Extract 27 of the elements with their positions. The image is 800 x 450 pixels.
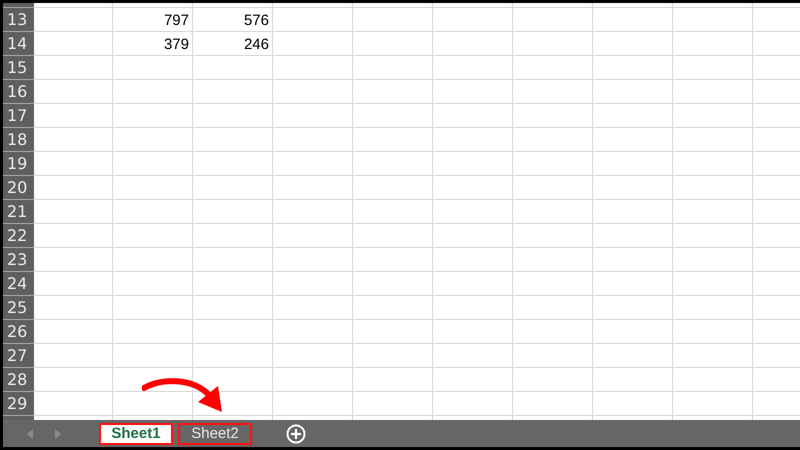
next-sheet-icon[interactable] xyxy=(55,428,61,438)
row-header[interactable]: 14 xyxy=(3,32,34,56)
table-cell-text: 379 xyxy=(162,34,190,54)
row-header[interactable]: 13 xyxy=(3,8,34,32)
sheet-tab[interactable]: Sheet1 xyxy=(99,422,173,444)
row-header[interactable]: 29 xyxy=(3,392,34,416)
row-header[interactable]: 15 xyxy=(3,56,34,80)
row-header[interactable]: 16 xyxy=(3,80,34,104)
row-header[interactable]: 28 xyxy=(3,368,34,392)
sheet-tab[interactable]: Sheet2 xyxy=(178,422,252,444)
add-sheet-icon[interactable] xyxy=(286,424,306,444)
row-header[interactable]: 23 xyxy=(3,248,34,272)
row-header[interactable]: 26 xyxy=(3,320,34,344)
previous-sheet-icon[interactable] xyxy=(27,428,33,438)
row-header[interactable]: 24 xyxy=(3,272,34,296)
row-header[interactable]: 18 xyxy=(3,128,34,152)
row-header[interactable]: 27 xyxy=(3,344,34,368)
row-header[interactable]: 17 xyxy=(3,104,34,128)
row-header[interactable]: 22 xyxy=(3,224,34,248)
row-header[interactable] xyxy=(3,3,34,8)
table-cell-text: 246 xyxy=(242,34,270,54)
row-header[interactable]: 19 xyxy=(3,152,34,176)
row-header[interactable]: 20 xyxy=(3,176,34,200)
row-header[interactable]: 21 xyxy=(3,200,34,224)
table-cell-text: 576 xyxy=(242,10,270,30)
table-cell-text: 797 xyxy=(162,10,190,30)
row-header[interactable]: 25 xyxy=(3,296,34,320)
